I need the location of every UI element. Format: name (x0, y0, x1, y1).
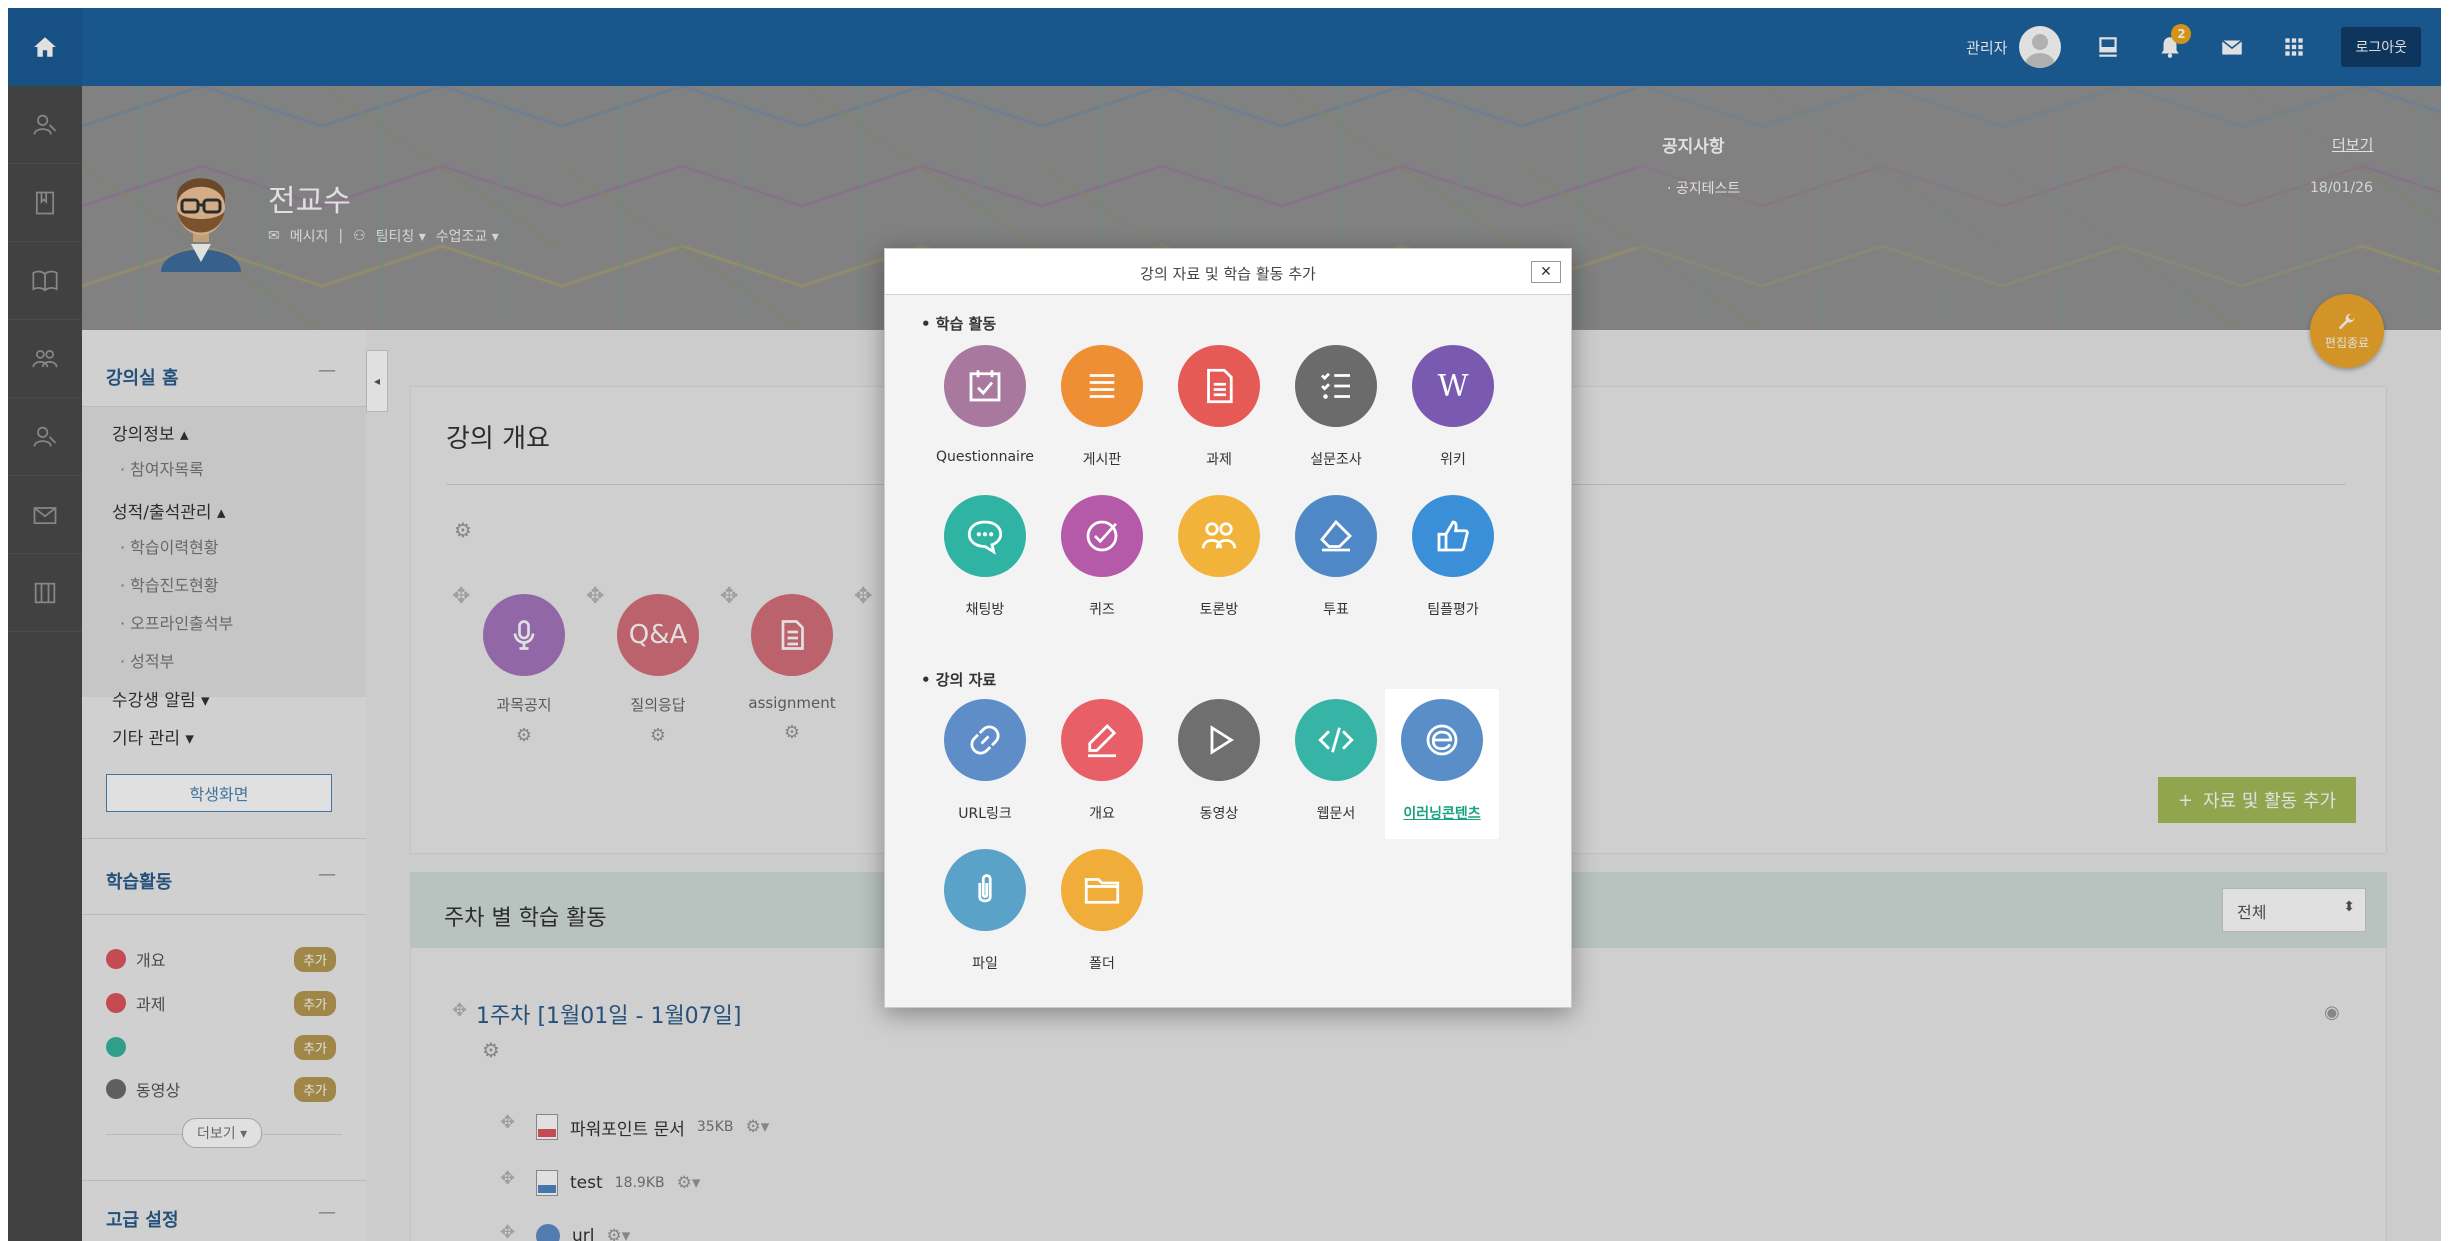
tile-label: 팀플평가 (1427, 602, 1479, 618)
section-activities-label: • 학습 활동 (921, 315, 997, 333)
resource-tile-video[interactable]: 동영상 (1161, 689, 1277, 839)
resource-tile-elearning[interactable]: 이러닝콘텐츠 (1385, 689, 1499, 839)
activity-tile-questionnaire[interactable]: Questionnaire (927, 335, 1043, 485)
activity-tile-wiki[interactable]: W 위키 (1395, 335, 1511, 485)
tile-label: 투표 (1323, 602, 1349, 618)
checklist-icon (1295, 345, 1377, 427)
app-frame: 관리자 2 로그아웃 전교수 ✉ 메시지 | ⚇ 팀티칭 ▾ 수업조교 ▾ 공지… (8, 8, 2441, 1241)
modal-close-button[interactable]: ✕ (1531, 261, 1561, 283)
tile-label: 이러닝콘텐츠 (1403, 806, 1481, 822)
code-icon (1295, 699, 1377, 781)
link-icon (944, 699, 1026, 781)
activity-tile-quiz[interactable]: 퀴즈 (1044, 485, 1160, 635)
people-icon (1178, 495, 1260, 577)
activity-tile-chat[interactable]: 채팅방 (927, 485, 1043, 635)
activity-tile-assignment[interactable]: 과제 (1161, 335, 1277, 485)
activity-tile-board[interactable]: 게시판 (1044, 335, 1160, 485)
tile-label: URL링크 (958, 806, 1012, 822)
tile-label: 채팅방 (965, 602, 1005, 618)
eraser-icon (1295, 495, 1377, 577)
tile-label: 개요 (1089, 806, 1115, 822)
resource-tile-folder[interactable]: 폴더 (1044, 839, 1160, 989)
tile-label: 과제 (1206, 452, 1232, 468)
resource-tile-overview[interactable]: 개요 (1044, 689, 1160, 839)
modal-header: 강의 자료 및 학습 활동 추가 ✕ (885, 249, 1571, 295)
pencil-icon (1061, 699, 1143, 781)
add-activity-modal: 강의 자료 및 학습 활동 추가 ✕ • 학습 활동 Questionnaire… (884, 248, 1572, 1008)
tile-label: Questionnaire (935, 449, 1035, 465)
folder-icon (1061, 849, 1143, 931)
thumbs-up-icon (1412, 495, 1494, 577)
document-icon (1178, 345, 1260, 427)
check-circle-icon (1061, 495, 1143, 577)
tile-label: 토론방 (1199, 602, 1239, 618)
ie-icon (1401, 699, 1483, 781)
tile-label: 웹문서 (1316, 806, 1356, 822)
activity-tile-team-eval[interactable]: 팀플평가 (1395, 485, 1511, 635)
resource-tile-file[interactable]: 파일 (927, 839, 1043, 989)
tile-label: 동영상 (1199, 806, 1239, 822)
list-icon (1061, 345, 1143, 427)
section-resources-label: • 강의 자료 (921, 671, 997, 689)
tile-label: 폴더 (1089, 956, 1115, 972)
activity-tile-discussion[interactable]: 토론방 (1161, 485, 1277, 635)
paperclip-icon (944, 849, 1026, 931)
play-icon (1178, 699, 1260, 781)
modal-title: 강의 자료 및 학습 활동 추가 (1140, 265, 1316, 283)
tile-label: 설문조사 (1310, 452, 1362, 468)
activity-tile-survey[interactable]: 설문조사 (1278, 335, 1394, 485)
calendar-check-icon (944, 345, 1026, 427)
tile-label: 게시판 (1082, 452, 1122, 468)
chat-icon (944, 495, 1026, 577)
activity-tile-vote[interactable]: 투표 (1278, 485, 1394, 635)
resource-tile-url[interactable]: URL링크 (927, 689, 1043, 839)
tile-label: 위키 (1440, 452, 1466, 468)
resource-tile-webdoc[interactable]: 웹문서 (1278, 689, 1394, 839)
tile-label: 퀴즈 (1089, 602, 1115, 618)
wiki-icon: W (1412, 345, 1494, 427)
tile-label: 파일 (972, 956, 998, 972)
